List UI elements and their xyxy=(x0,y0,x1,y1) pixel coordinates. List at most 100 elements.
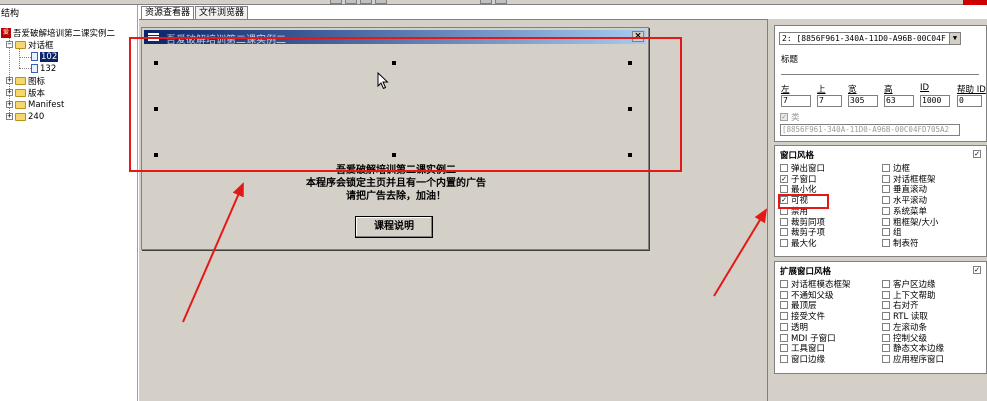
checkbox-icon[interactable]: ✓ xyxy=(780,113,788,121)
checkbox-icon[interactable] xyxy=(882,354,890,363)
style-checkbox-row[interactable]: 裁剪同项 xyxy=(780,217,825,228)
tree-node-version[interactable]: + 版本 xyxy=(6,87,45,99)
toolbar-button[interactable] xyxy=(345,0,357,4)
checkbox-icon[interactable] xyxy=(882,290,890,299)
top-field[interactable]: 7 xyxy=(817,95,842,107)
checkbox-icon[interactable] xyxy=(780,164,788,172)
toolbar-button[interactable] xyxy=(360,0,372,4)
checkbox-icon[interactable] xyxy=(882,312,890,321)
expand-icon[interactable]: + xyxy=(6,89,13,96)
tree-node-manifest[interactable]: + Manifest xyxy=(6,99,64,110)
style-checkbox-row[interactable]: MDI 子窗口 xyxy=(780,333,836,344)
tree-node-dialog[interactable]: − 对话框 xyxy=(6,39,54,51)
class-checkbox[interactable]: ✓ 类 xyxy=(780,112,800,123)
tab-resource-viewer[interactable]: 资源查看器 xyxy=(141,6,195,19)
toolbar-button[interactable] xyxy=(375,0,387,4)
checkbox-icon[interactable] xyxy=(882,185,890,194)
checkbox-icon[interactable] xyxy=(882,301,890,310)
checkbox-icon[interactable] xyxy=(780,280,788,288)
checkbox-icon[interactable] xyxy=(882,280,890,288)
control-select[interactable]: 2: [8856F961-340A-11D0-A96B-00C04F ▼ xyxy=(779,32,961,45)
style-checkbox-row[interactable]: 弹出窗口 xyxy=(780,163,825,174)
expand-icon[interactable]: + xyxy=(6,101,13,108)
tree-node-icon[interactable]: + 图标 xyxy=(6,75,45,87)
style-checkbox-label: 窗口边缘 xyxy=(791,354,826,365)
course-info-button[interactable]: 课程说明 xyxy=(355,216,433,238)
style-checkbox-row[interactable]: 对话框框架 xyxy=(882,174,936,185)
checkbox-icon[interactable] xyxy=(780,238,788,247)
close-window-button[interactable] xyxy=(963,0,987,5)
checkbox-icon[interactable] xyxy=(882,322,890,331)
style-checkbox-row[interactable]: 客户区边缘 xyxy=(882,279,936,290)
checkbox-icon[interactable] xyxy=(780,228,788,237)
tree-node-102[interactable]: 102 xyxy=(31,51,59,62)
chevron-down-icon[interactable]: ▼ xyxy=(949,33,960,44)
checked-checkbox-icon[interactable]: ✓ xyxy=(780,174,788,183)
help-id-field[interactable]: 0 xyxy=(957,95,982,107)
style-checkbox-row[interactable]: 最小化 xyxy=(780,184,817,195)
style-checkbox-row[interactable]: 不通知父级 xyxy=(780,290,834,301)
checkbox-icon[interactable] xyxy=(780,217,788,226)
checkbox-icon[interactable] xyxy=(882,206,890,215)
toolbar-button[interactable] xyxy=(330,0,342,4)
checkbox-icon[interactable] xyxy=(882,196,890,205)
style-checkbox-row[interactable]: 应用程序窗口 xyxy=(882,354,944,365)
height-field[interactable]: 63 xyxy=(884,95,914,107)
style-checkbox-row[interactable]: 窗口边缘 xyxy=(780,354,826,365)
style-checkbox-row[interactable]: 右对齐 xyxy=(882,300,919,311)
ext-style-toggle[interactable]: ✓ xyxy=(973,266,981,274)
caption-input[interactable] xyxy=(781,64,979,75)
toolbar-button[interactable] xyxy=(480,0,492,4)
left-field[interactable]: 7 xyxy=(781,95,811,107)
resource-tree[interactable]: 结构 爱 吾爱破解培训第二课实例二 − 对话框 102 132 + 图标 + 版… xyxy=(0,5,138,401)
style-checkbox-row[interactable]: 上下文帮助 xyxy=(882,290,936,301)
style-checkbox-row[interactable]: ✓ 子窗口 xyxy=(780,174,817,185)
tree-node-root[interactable]: 爱 吾爱破解培训第二课实例二 xyxy=(1,27,115,39)
window-style-toggle[interactable]: ✓ xyxy=(973,150,981,158)
checkbox-icon[interactable] xyxy=(780,312,788,321)
collapse-icon[interactable]: − xyxy=(6,41,13,48)
checkbox-icon[interactable] xyxy=(882,228,890,237)
checkbox-icon[interactable] xyxy=(882,174,890,183)
checkbox-icon[interactable] xyxy=(780,322,788,331)
checkbox-icon[interactable] xyxy=(780,185,788,194)
style-checkbox-row[interactable]: 工具窗口 xyxy=(780,343,825,354)
checkbox-icon[interactable] xyxy=(882,238,890,247)
style-checkbox-row[interactable]: 粗框架/大小 xyxy=(882,217,938,228)
style-checkbox-row[interactable]: 组 xyxy=(882,227,902,238)
tab-file-browser[interactable]: 文件浏览器 xyxy=(195,6,249,19)
style-checkbox-row[interactable]: 静态文本边缘 xyxy=(882,343,944,354)
checkbox-icon[interactable] xyxy=(882,164,890,172)
style-checkbox-row[interactable]: 左滚动条 xyxy=(882,322,927,333)
checkbox-icon[interactable] xyxy=(882,333,890,342)
style-checkbox-row[interactable]: RTL 读取 xyxy=(882,311,928,322)
style-checkbox-row[interactable]: 垂直滚动 xyxy=(882,184,927,195)
width-field[interactable]: 305 xyxy=(848,95,878,107)
style-checkbox-row[interactable]: 最顶层 xyxy=(780,300,817,311)
class-field[interactable]: [8856F961-340A-11D0-A96B-00C04FD705A2 xyxy=(780,124,960,136)
style-checkbox-row[interactable]: 最大化 xyxy=(780,238,817,249)
expand-icon[interactable]: + xyxy=(6,77,13,84)
style-checkbox-row[interactable]: 对话框模态框架 xyxy=(780,279,851,290)
id-field[interactable]: 1000 xyxy=(920,95,950,107)
style-checkbox-row[interactable]: 边框 xyxy=(882,163,910,174)
checkbox-icon[interactable] xyxy=(780,333,788,342)
tree-node-240[interactable]: + 240 xyxy=(6,111,44,122)
style-checkbox-row[interactable]: 接受文件 xyxy=(780,311,825,322)
style-checkbox-row[interactable]: 水平滚动 xyxy=(882,195,927,206)
style-checkbox-row[interactable]: 裁剪子项 xyxy=(780,227,825,238)
style-checkbox-row[interactable]: 系统菜单 xyxy=(882,206,927,217)
checkbox-icon[interactable] xyxy=(780,354,788,363)
checkbox-icon[interactable] xyxy=(780,290,788,299)
checkbox-icon[interactable] xyxy=(780,301,788,310)
annotation-highlight-box xyxy=(129,37,682,172)
style-checkbox-row[interactable]: 制表符 xyxy=(882,238,919,249)
checkbox-icon[interactable] xyxy=(882,217,890,226)
expand-icon[interactable]: + xyxy=(6,113,13,120)
style-checkbox-row[interactable]: 控制父级 xyxy=(882,333,927,344)
checkbox-icon[interactable] xyxy=(780,344,788,353)
tree-node-132[interactable]: 132 xyxy=(31,63,56,74)
toolbar-button[interactable] xyxy=(495,0,507,4)
style-checkbox-row[interactable]: 透明 xyxy=(780,322,808,333)
checkbox-icon[interactable] xyxy=(882,344,890,353)
